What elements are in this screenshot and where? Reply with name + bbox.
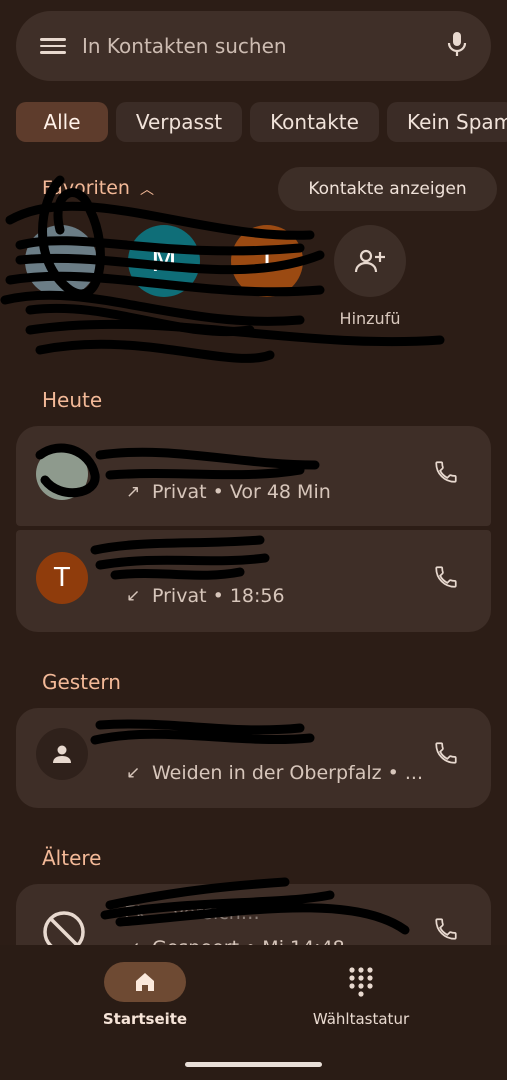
menu-icon[interactable] xyxy=(40,34,66,58)
call-log-item-4[interactable]: Ek… Versich… ↙ Gespeert • Mi 14:48 xyxy=(16,884,491,954)
phone-icon[interactable] xyxy=(433,564,459,594)
call-log-item-2[interactable]: T ↙ Privat • 18:56 xyxy=(16,530,491,632)
bottom-navigation xyxy=(0,945,507,1080)
outgoing-call-icon: ↗ xyxy=(126,482,141,502)
call-detail: Privat • Vor 48 Min xyxy=(152,481,331,503)
favorite-avatar-1[interactable] xyxy=(25,225,97,297)
nav-home-label[interactable]: Startseite xyxy=(95,1010,195,1028)
dialpad-icon[interactable] xyxy=(348,966,374,1002)
incoming-call-icon: ↙ xyxy=(126,763,141,783)
favorites-toggle[interactable]: Favoriten ︿ xyxy=(42,177,154,199)
add-favorite-button[interactable] xyxy=(334,225,406,297)
filter-chips: Alle Verpasst Kontakte Kein Spam xyxy=(16,102,507,144)
microphone-icon[interactable] xyxy=(447,31,467,61)
favorites-title: Favoriten xyxy=(42,177,130,199)
avatar: T xyxy=(36,552,88,604)
chip-contacts[interactable]: Kontakte xyxy=(250,102,379,142)
call-log-item-1[interactable]: ↗ Privat • Vor 48 Min xyxy=(16,426,491,526)
phone-icon[interactable] xyxy=(433,740,459,770)
section-today: Heute xyxy=(42,388,103,412)
favorite-avatar-2[interactable]: M xyxy=(128,225,200,297)
show-contacts-button[interactable]: Kontakte anzeigen xyxy=(278,167,497,211)
incoming-call-icon: ↙ xyxy=(126,586,141,606)
add-favorite-label: Hinzufü xyxy=(339,309,401,328)
avatar xyxy=(36,728,88,780)
call-detail: Privat • 18:56 xyxy=(152,585,285,607)
phone-icon[interactable] xyxy=(433,916,459,946)
chevron-up-icon: ︿ xyxy=(140,182,155,198)
person-icon xyxy=(53,745,71,763)
call-detail: Weiden in der Oberpfalz • ... xyxy=(152,762,424,784)
avatar xyxy=(36,448,88,500)
search-bar[interactable]: In Kontakten suchen xyxy=(16,11,491,81)
nav-dialpad-label[interactable]: Wähltastatur xyxy=(301,1010,421,1028)
gesture-handle[interactable] xyxy=(185,1062,322,1067)
nav-home[interactable] xyxy=(104,962,186,1002)
contact-name: Ek… Versich… xyxy=(124,902,260,924)
home-icon xyxy=(136,973,154,991)
chip-all[interactable]: Alle xyxy=(16,102,108,142)
add-person-icon xyxy=(354,249,385,273)
favorite-avatar-3[interactable]: I xyxy=(231,225,303,297)
chip-no-spam[interactable]: Kein Spam xyxy=(387,102,507,142)
section-older: Ältere xyxy=(42,846,102,870)
section-yesterday: Gestern xyxy=(42,670,121,694)
chip-missed[interactable]: Verpasst xyxy=(116,102,242,142)
call-log-item-3[interactable]: ↙ Weiden in der Oberpfalz • ... xyxy=(16,708,491,808)
phone-icon[interactable] xyxy=(433,459,459,489)
search-input[interactable]: In Kontakten suchen xyxy=(82,34,447,58)
